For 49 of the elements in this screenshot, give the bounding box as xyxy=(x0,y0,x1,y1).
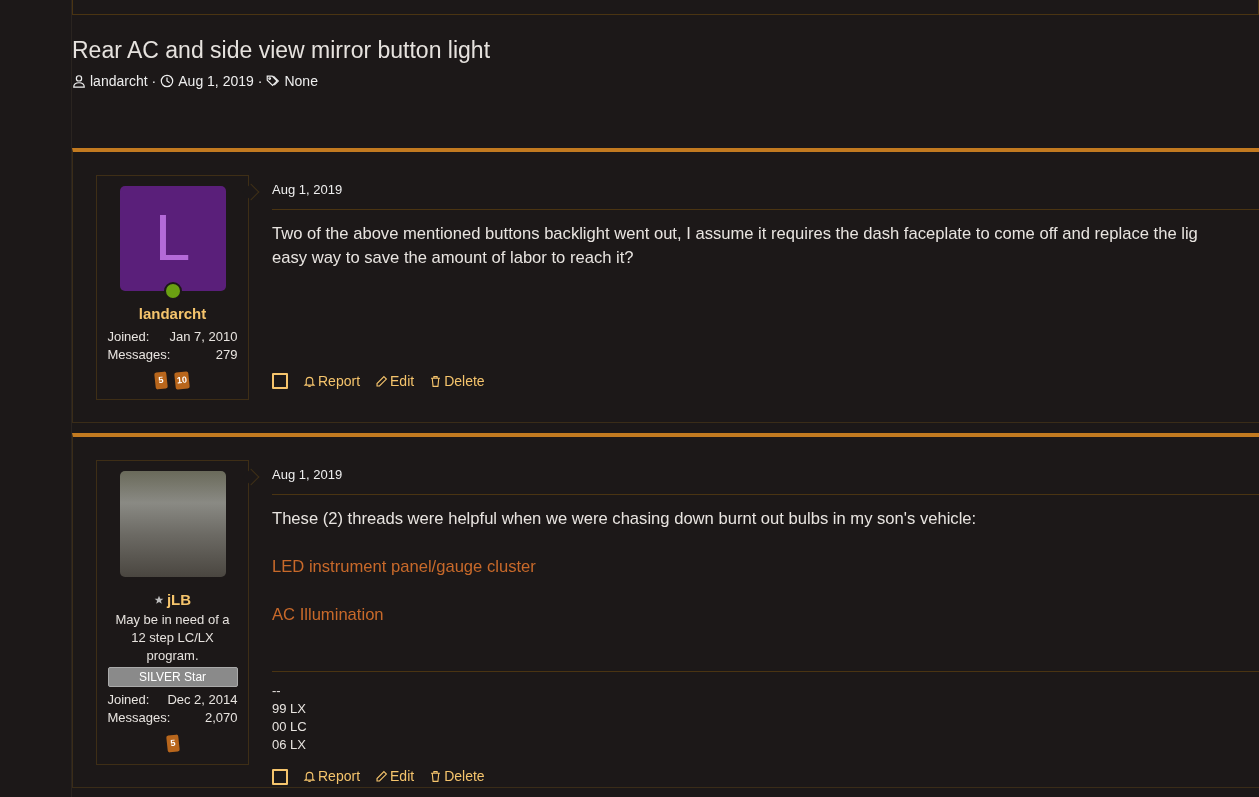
user-icon xyxy=(72,74,86,89)
post-text: easy way to save the amount of labor to reach it? xyxy=(272,247,635,270)
post-date[interactable]: Aug 1, 2019 xyxy=(272,464,1259,496)
stat-value: 279 xyxy=(215,345,238,364)
tags-text: None xyxy=(284,71,318,91)
bell-icon xyxy=(303,770,316,784)
thread-link[interactable]: LED instrument panel/gauge cluster xyxy=(272,557,536,577)
username-link[interactable]: landarcht xyxy=(138,303,207,326)
report-link[interactable]: Report xyxy=(303,766,361,788)
signature-line: 06 LX xyxy=(272,736,307,755)
date-link[interactable]: Aug 1, 2019 xyxy=(178,70,254,92)
post-date[interactable]: Aug 1, 2019 xyxy=(272,179,1259,211)
trophy-badge: 10 xyxy=(174,370,191,390)
post-text: Two of the above mentioned buttons backlight went out, I assume it requires the dash faceplate to come off and replace the lig xyxy=(272,223,1199,246)
select-checkbox[interactable] xyxy=(272,373,288,390)
stat-value: Jan 7, 2010 xyxy=(169,327,238,346)
clock-icon xyxy=(160,74,175,89)
stat-label: Joined: xyxy=(107,691,150,710)
separator-dot: · xyxy=(151,71,157,91)
signature-line: 00 LC xyxy=(272,718,308,737)
user-banner: SILVER Star xyxy=(107,667,238,688)
edit-link[interactable]: Edit xyxy=(375,766,415,788)
signature-line: -- xyxy=(272,682,282,701)
separator-dot: · xyxy=(257,71,263,91)
select-checkbox[interactable] xyxy=(272,768,288,785)
pencil-icon xyxy=(375,770,389,784)
tags-icon xyxy=(266,74,281,89)
delete-link[interactable]: Delete xyxy=(429,370,485,392)
stat-label: Messages: xyxy=(107,709,171,728)
trophy-badge: 5 xyxy=(154,371,169,390)
thread-title: Rear AC and side view mirror button light xyxy=(72,37,492,65)
trophy-badge: 5 xyxy=(165,734,180,753)
username-link[interactable]: jLB xyxy=(166,588,192,612)
edit-link[interactable]: Edit xyxy=(375,370,415,392)
user-title: May be in need of a 12 step LC/LX program. xyxy=(114,611,231,666)
bell-icon xyxy=(303,374,316,388)
stat-value: Dec 2, 2014 xyxy=(167,691,238,710)
report-link[interactable]: Report xyxy=(303,370,361,392)
trash-icon xyxy=(429,770,443,784)
signature-line: 99 LX xyxy=(272,700,307,719)
trash-icon xyxy=(429,374,443,388)
stat-label: Joined: xyxy=(107,327,150,346)
author-link[interactable]: landarcht xyxy=(90,70,148,92)
thread-link[interactable]: AC Illumination xyxy=(272,605,384,625)
stat-value: 2,070 xyxy=(204,709,238,728)
pencil-icon xyxy=(375,374,389,388)
delete-link[interactable]: Delete xyxy=(429,766,485,788)
stat-label: Messages: xyxy=(107,345,171,364)
post-text: These (2) threads were helpful when we were chasing down burnt out bulbs in my son's vehicle: xyxy=(272,508,978,531)
